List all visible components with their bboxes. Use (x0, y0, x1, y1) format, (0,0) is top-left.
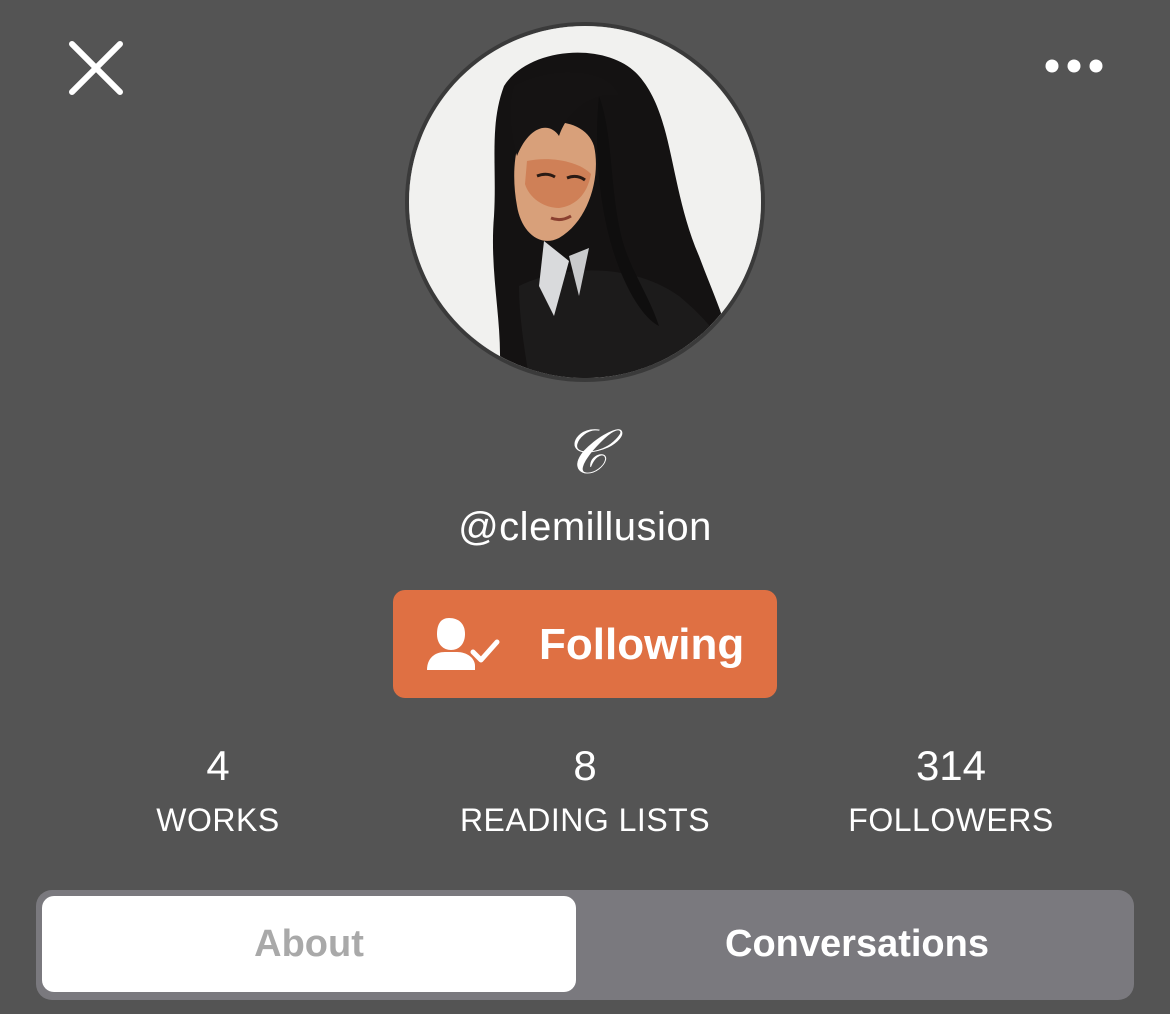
tab-about[interactable]: About (42, 896, 576, 992)
stat-followers-value: 314 (915, 742, 987, 789)
close-button[interactable] (64, 36, 128, 100)
profile-tabs: About Conversations (36, 890, 1134, 1000)
more-options-button[interactable] (1040, 50, 1110, 82)
avatar[interactable] (405, 22, 765, 382)
display-name: 𝒞 (562, 415, 608, 488)
user-check-icon (427, 618, 500, 670)
close-icon (69, 41, 123, 95)
stat-works-value: 4 (206, 742, 230, 789)
stat-followers-label: FOLLOWERS (848, 802, 1054, 838)
stat-reading-lists-label: READING LISTS (459, 802, 711, 838)
more-horizontal-icon (1045, 59, 1103, 73)
avatar-photo (409, 26, 761, 378)
following-label: Following (539, 620, 745, 669)
following-button[interactable]: Following (393, 590, 777, 698)
stat-works-label: WORKS (156, 802, 280, 838)
tab-conversations[interactable]: Conversations (584, 896, 1130, 992)
stat-followers[interactable]: 314 FOLLOWERS (771, 740, 1131, 840)
stat-reading-lists[interactable]: 8 READING LISTS (405, 740, 765, 840)
stat-works[interactable]: 4 WORKS (38, 740, 398, 840)
username: @clemillusion (458, 505, 712, 549)
stat-reading-lists-value: 8 (573, 742, 597, 789)
